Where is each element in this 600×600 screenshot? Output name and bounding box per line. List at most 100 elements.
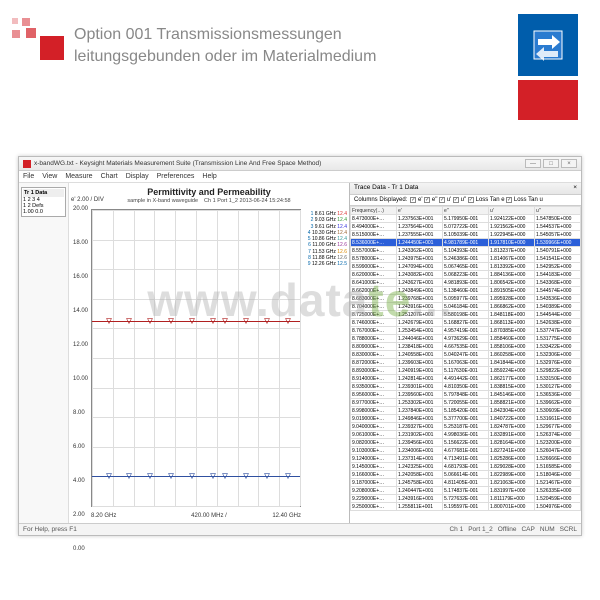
menu-help[interactable]: Help (202, 173, 216, 180)
y-tick: 8.00 (73, 410, 85, 416)
table-row[interactable]: 9.250000E+…1.255811E+0015.195597E-0011.8… (351, 503, 581, 511)
table-row[interactable]: 8.515000E+…1.237555E+0015.105039E-0011.9… (351, 231, 581, 239)
checkbox[interactable]: ✓ (439, 197, 445, 203)
menu-file[interactable]: File (23, 173, 34, 180)
headline-line1: Option 001 Transmissionsmessungen (74, 24, 376, 46)
checkbox[interactable]: ✓ (506, 197, 512, 203)
x-tick: 420.00 MHz / (191, 513, 227, 519)
menu-display[interactable]: Display (126, 173, 149, 180)
y-tick: 4.00 (73, 478, 85, 484)
table-row[interactable]: 8.767000E+…1.253454E+0014.957419E-0011.8… (351, 327, 581, 335)
arrows-exchange-icon (518, 14, 578, 76)
table-row[interactable]: 8.578000E+…1.243975E+0015.246386E-0011.8… (351, 255, 581, 263)
table-row[interactable]: 9.019000E+…1.249846E+0015.377700E-0011.8… (351, 415, 581, 423)
table-row[interactable]: 8.599000E+…1.247094E+0015.067465E-0011.8… (351, 263, 581, 271)
columns-displayed-row: Columns Displayed: ✓ e' ✓ e'' ✓ u' ✓ u''… (350, 195, 581, 206)
table-row[interactable]: 8.725000E+…1.251207E+0015.580198E-0011.8… (351, 311, 581, 319)
marker-down-icon (285, 318, 291, 324)
minimize-button[interactable]: — (525, 159, 541, 168)
col-header[interactable]: u' (489, 207, 535, 215)
status-segment: SCRL (560, 526, 577, 533)
table-row[interactable]: 8.809000E+…1.238418E+0014.667535E-0011.8… (351, 343, 581, 351)
table-row[interactable]: 9.166000E+…1.242058E+0015.066614E-0011.8… (351, 471, 581, 479)
col-header[interactable]: Frequency(…) (351, 207, 397, 215)
table-row[interactable]: 8.998000E+…1.237840E+0015.185420E-0011.8… (351, 407, 581, 415)
table-row[interactable]: 8.914000E+…1.242814E+0014.491442E-0011.8… (351, 375, 581, 383)
y-tick: 14.00 (73, 308, 88, 314)
chart-ylabel: e' 2.00 / DIV (71, 197, 104, 203)
y-tick: 20.00 (73, 206, 88, 212)
table-row[interactable]: 9.229000E+…1.243916E+0015.727632E-0011.8… (351, 495, 581, 503)
table-row[interactable]: 8.977000E+…1.253302E+0015.720055E-0011.8… (351, 399, 581, 407)
table-row[interactable]: 8.746000E+…1.242679E+0015.168827E-0011.8… (351, 319, 581, 327)
marker-down-icon (264, 473, 270, 479)
maximize-button[interactable]: □ (543, 159, 559, 168)
close-button[interactable]: × (561, 159, 577, 168)
table-row[interactable]: 9.145000E+…1.242325E+0014.681793E-0011.8… (351, 463, 581, 471)
data-panel-title[interactable]: Trace Data - Tr 1 Data × (350, 183, 581, 195)
marker-down-icon (147, 318, 153, 324)
marker-down-icon (243, 318, 249, 324)
table-row[interactable]: 8.473000E+…1.237563E+0015.179950E-0011.9… (351, 215, 581, 223)
table-row[interactable]: 9.208000E+…1.240447E+0015.174837E-0011.8… (351, 487, 581, 495)
checkbox[interactable]: ✓ (453, 197, 459, 203)
table-row[interactable]: 9.187000E+…1.245758E+0014.811405E-0011.8… (351, 479, 581, 487)
table-row[interactable]: 8.830000E+…1.240558E+0015.040247E-0011.8… (351, 351, 581, 359)
chart-title: Permittivity and Permeability (75, 187, 343, 197)
table-row[interactable]: 8.494000E+…1.237564E+0015.072722E-0011.9… (351, 223, 581, 231)
table-row[interactable]: 8.935000E+…1.239301E+0014.810350E-0011.8… (351, 383, 581, 391)
headline-text: Option 001 Transmissionsmessungen leitun… (74, 24, 376, 67)
col-header[interactable]: e' (397, 207, 443, 215)
table-row[interactable]: 8.620000E+…1.243082E+0015.068223E-0011.8… (351, 271, 581, 279)
marker-down-icon (243, 473, 249, 479)
table-row[interactable]: 9.082000E+…1.239456E+0015.156622E-0011.8… (351, 439, 581, 447)
table-row[interactable]: 8.788000E+…1.244046E+0014.973629E-0011.8… (351, 335, 581, 343)
table-row[interactable]: 8.956000E+…1.239560E+0015.797848E-0011.8… (351, 391, 581, 399)
col-header[interactable]: e'' (443, 207, 489, 215)
table-row[interactable]: 9.040000E+…1.239327E+0015.253187E-0011.8… (351, 423, 581, 431)
marker-legend: 1 8.61 GHz 12.42 9.03 GHz 12.43 9.61 GHz… (308, 211, 347, 267)
table-row[interactable]: 8.872000E+…1.239603E+0015.167063E-0011.8… (351, 359, 581, 367)
table-row[interactable]: 8.704000E+…1.243916E+0015.046184E-0011.8… (351, 303, 581, 311)
col-header[interactable]: u'' (535, 207, 581, 215)
chart-area[interactable]: Permittivity and Permeability sample in … (69, 183, 349, 523)
marker-down-icon (264, 318, 270, 324)
table-row[interactable]: 9.103000E+…1.234006E+0014.677681E-0011.8… (351, 447, 581, 455)
data-grid-wrap[interactable]: Frequency(…)e'e''u'u'' 8.473000E+…1.2375… (350, 206, 581, 523)
table-row[interactable]: 8.641000E+…1.243627E+0014.981893E-0011.8… (351, 279, 581, 287)
table-row[interactable]: 8.683000E+…1.239768E+0015.095977E-0011.8… (351, 295, 581, 303)
app-icon (23, 160, 31, 168)
plot-region[interactable] (91, 209, 301, 507)
table-row[interactable]: 8.557000E+…1.243362E+0015.104393E-0011.8… (351, 247, 581, 255)
y-tick: 10.00 (73, 376, 88, 382)
headline-line2: leitungsgebunden oder im Materialmedium (74, 46, 376, 68)
checkbox[interactable]: ✓ (468, 197, 474, 203)
marker-down-icon (168, 318, 174, 324)
table-row[interactable]: 9.124000E+…1.237314E+0014.713491E-0011.8… (351, 455, 581, 463)
y-tick: 12.00 (73, 342, 88, 348)
legend-row: 9 12.26 GHz 12.5 (308, 261, 347, 267)
menu-preferences[interactable]: Preferences (157, 173, 195, 180)
marker-down-icon (126, 473, 132, 479)
close-icon[interactable]: × (573, 184, 577, 193)
menu-view[interactable]: View (42, 173, 57, 180)
marker-down-icon (106, 318, 112, 324)
menu-chart[interactable]: Chart (101, 173, 118, 180)
marker-down-icon (126, 318, 132, 324)
status-segment: CAP (521, 526, 534, 533)
table-row[interactable]: 8.536000E+…1.244450E+0014.981789E-0011.9… (351, 239, 581, 247)
titlebar[interactable]: x-bandWG.txt - Keysight Materials Measur… (19, 157, 581, 171)
table-row[interactable]: 8.662000E+…1.243849E+0015.138460E-0011.8… (351, 287, 581, 295)
checkbox[interactable]: ✓ (424, 197, 430, 203)
data-grid[interactable]: Frequency(…)e'e''u'u'' 8.473000E+…1.2375… (350, 206, 581, 511)
checkbox[interactable]: ✓ (410, 197, 416, 203)
menu-measure[interactable]: Measure (65, 173, 92, 180)
y-tick: 6.00 (73, 444, 85, 450)
table-row[interactable]: 9.061000E+…1.231902E+0014.998036E-0011.8… (351, 431, 581, 439)
status-segment: Offline (498, 526, 517, 533)
window-controls: — □ × (525, 159, 577, 168)
table-row[interactable]: 8.893000E+…1.240919E+0015.117630E-0011.8… (351, 367, 581, 375)
trace-legend-box[interactable]: Tr 1 Data 1 2 3 4 1 2 Defs 1.00 0.0 (21, 187, 66, 217)
marker-down-icon (222, 318, 228, 324)
marker-down-icon (168, 473, 174, 479)
